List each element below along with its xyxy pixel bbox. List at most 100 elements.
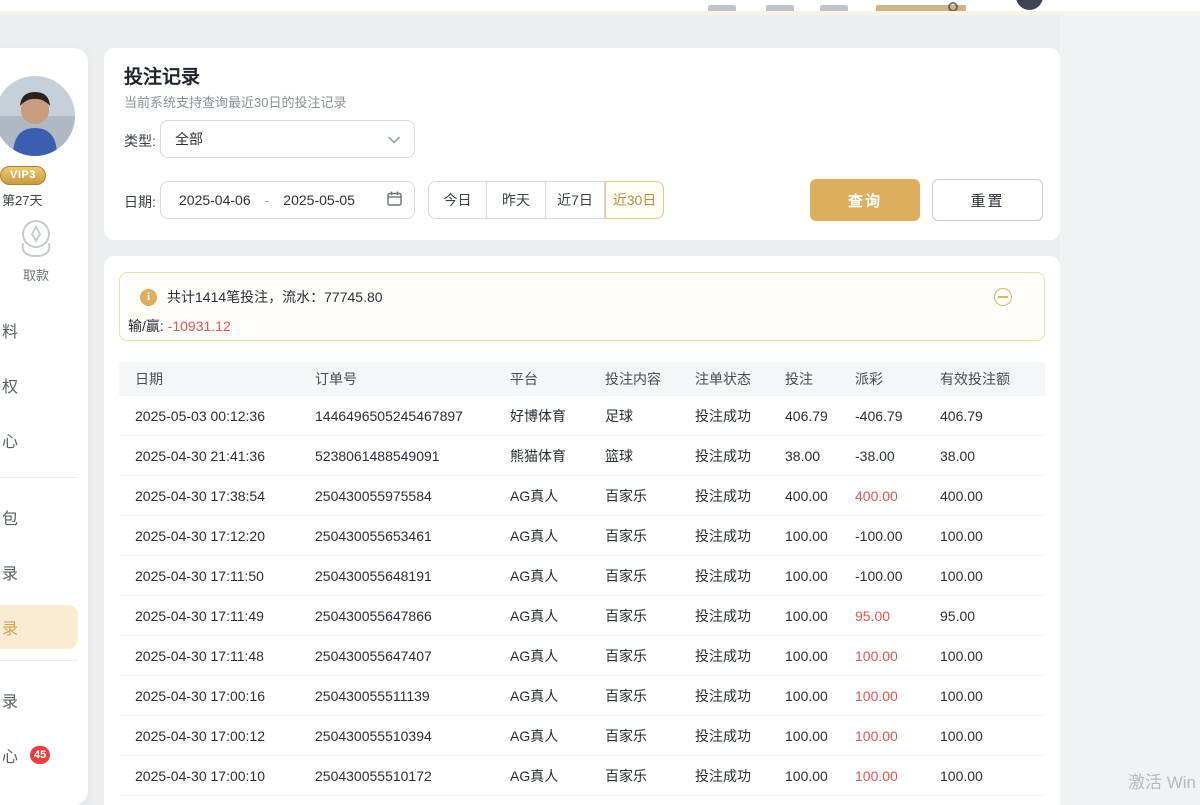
table-row: 2025-04-30 17:00:10250430055510172AG真人百家… bbox=[119, 756, 1045, 796]
cell-status: 投注成功 bbox=[695, 526, 785, 546]
notification-badge: 45 bbox=[30, 746, 50, 764]
sidebar-item[interactable]: 录 bbox=[0, 557, 78, 587]
sidebar-item-withdraw[interactable]: 取款 bbox=[0, 218, 72, 284]
table-row: 2025-04-30 17:00:12250430055510394AG真人百家… bbox=[119, 716, 1045, 756]
collapse-icon[interactable] bbox=[994, 288, 1012, 306]
top-nav-bar bbox=[0, 0, 1200, 11]
page-title: 投注记录 bbox=[124, 62, 200, 89]
cell-content: 篮球 bbox=[605, 446, 695, 466]
date-range-input[interactable]: 2025-04-06 - 2025-05-05 bbox=[160, 181, 415, 219]
reset-button[interactable]: 重置 bbox=[932, 179, 1043, 221]
cell-valid: 95.00 bbox=[940, 608, 1045, 624]
cell-date: 2025-05-03 00:12:36 bbox=[135, 408, 315, 424]
cell-order: 250430055511139 bbox=[315, 688, 510, 704]
cell-order: 250430055647866 bbox=[315, 608, 510, 624]
loss-label: 输/赢: bbox=[128, 318, 164, 334]
cell-payout: -100.00 bbox=[855, 528, 940, 544]
cell-order: 5238061488549091 bbox=[315, 448, 510, 464]
cell-bet: 100.00 bbox=[785, 608, 855, 624]
sidebar: VIP3 第27天 取款 料权心包录录录心45 bbox=[0, 48, 88, 805]
quick-range-button[interactable]: 昨天 bbox=[487, 181, 546, 219]
chevron-down-icon bbox=[388, 131, 400, 147]
cell-valid: 400.00 bbox=[940, 488, 1045, 504]
sidebar-item-label: 心 bbox=[2, 743, 18, 767]
date-separator: - bbox=[265, 192, 270, 208]
cell-order: 1446496505245467897 bbox=[315, 408, 510, 424]
cell-payout: -100.00 bbox=[855, 568, 940, 584]
type-select[interactable]: 全部 bbox=[160, 120, 415, 158]
cell-content: 百家乐 bbox=[605, 566, 695, 586]
cell-payout: 95.00 bbox=[855, 608, 940, 624]
cell-content: 足球 bbox=[605, 406, 695, 426]
date-filter-label: 日期: bbox=[124, 192, 156, 212]
table-row: 2025-04-30 21:41:365238061488549091熊猫体育篮… bbox=[119, 436, 1045, 476]
type-select-value: 全部 bbox=[175, 129, 203, 149]
sidebar-item-label: 录 bbox=[2, 560, 18, 584]
cell-payout: -38.00 bbox=[855, 448, 940, 464]
withdraw-gem-icon bbox=[15, 218, 57, 258]
sidebar-item[interactable]: 权 bbox=[0, 370, 78, 400]
cell-valid: 406.79 bbox=[940, 408, 1045, 424]
cell-status: 投注成功 bbox=[695, 766, 785, 786]
table-header-cell: 平台 bbox=[510, 369, 605, 389]
table-row: 2025-04-30 17:11:48250430055647407AG真人百家… bbox=[119, 636, 1045, 676]
sidebar-item-label: 包 bbox=[2, 505, 18, 529]
quick-range-button[interactable]: 近7日 bbox=[546, 181, 605, 219]
table-row: 2025-04-30 17:38:54250430055975584AG真人百家… bbox=[119, 476, 1045, 516]
cell-platform: 好博体育 bbox=[510, 406, 605, 426]
cell-platform: AG真人 bbox=[510, 726, 605, 746]
quick-range-button[interactable]: 今日 bbox=[428, 181, 487, 219]
cell-order: 250430055510394 bbox=[315, 728, 510, 744]
user-avatar-small[interactable] bbox=[1016, 0, 1043, 10]
sidebar-item[interactable]: 录 bbox=[0, 685, 78, 715]
cell-platform: AG真人 bbox=[510, 606, 605, 626]
cell-payout: 100.00 bbox=[855, 688, 940, 704]
cell-bet: 100.00 bbox=[785, 728, 855, 744]
sidebar-item[interactable]: 料 bbox=[0, 315, 78, 345]
cell-platform: 熊猫体育 bbox=[510, 446, 605, 466]
user-avatar[interactable] bbox=[0, 76, 75, 156]
cell-bet: 100.00 bbox=[785, 528, 855, 544]
cell-date: 2025-04-30 17:00:16 bbox=[135, 688, 315, 704]
sidebar-item[interactable]: 心 bbox=[0, 425, 78, 455]
cell-date: 2025-04-30 17:11:49 bbox=[135, 608, 315, 624]
sidebar-item-active[interactable]: 录 bbox=[0, 605, 78, 649]
sidebar-item-label: 料 bbox=[2, 318, 18, 342]
cell-order: 250430055647407 bbox=[315, 648, 510, 664]
cell-content: 百家乐 bbox=[605, 526, 695, 546]
background-panel bbox=[1060, 15, 1200, 805]
cell-platform: AG真人 bbox=[510, 646, 605, 666]
sidebar-item-label: 录 bbox=[2, 615, 18, 639]
cell-order: 250430055510172 bbox=[315, 768, 510, 784]
cell-order: 250430055648191 bbox=[315, 568, 510, 584]
cell-date: 2025-04-30 17:12:20 bbox=[135, 528, 315, 544]
cell-bet: 100.00 bbox=[785, 688, 855, 704]
sidebar-item[interactable]: 包 bbox=[0, 502, 78, 532]
table-row: 2025-05-03 00:12:361446496505245467897好博… bbox=[119, 396, 1045, 436]
membership-day-label: 第27天 bbox=[2, 190, 42, 209]
cell-payout: -406.79 bbox=[855, 408, 940, 424]
cell-payout: 100.00 bbox=[855, 768, 940, 784]
filters-card: 投注记录 当前系统支持查询最近30日的投注记录 类型: 全部 日期: 2025-… bbox=[104, 48, 1060, 240]
sidebar-item[interactable]: 心 45 bbox=[0, 740, 78, 770]
table-body: 2025-05-03 00:12:361446496505245467897好博… bbox=[119, 396, 1045, 796]
search-button[interactable]: 查询 bbox=[810, 179, 920, 221]
table-header-cell: 日期 bbox=[135, 369, 315, 389]
cell-platform: AG真人 bbox=[510, 766, 605, 786]
cell-date: 2025-04-30 21:41:36 bbox=[135, 448, 315, 464]
windows-activation-watermark: 激活 Win bbox=[1128, 768, 1196, 793]
cell-valid: 100.00 bbox=[940, 728, 1045, 744]
cell-date: 2025-04-30 17:00:12 bbox=[135, 728, 315, 744]
sidebar-item-label: 权 bbox=[2, 373, 18, 397]
calendar-icon bbox=[387, 191, 402, 209]
cell-status: 投注成功 bbox=[695, 646, 785, 666]
quick-range-button[interactable]: 近30日 bbox=[605, 181, 664, 219]
cell-status: 投注成功 bbox=[695, 566, 785, 586]
info-icon: i bbox=[140, 289, 157, 306]
search-icon[interactable] bbox=[948, 2, 958, 11]
summary-line2: 输/赢: -10931.12 bbox=[128, 316, 231, 336]
page-subtitle: 当前系统支持查询最近30日的投注记录 bbox=[124, 92, 346, 111]
cell-status: 投注成功 bbox=[695, 686, 785, 706]
date-start-value: 2025-04-06 bbox=[179, 192, 251, 208]
cell-status: 投注成功 bbox=[695, 726, 785, 746]
